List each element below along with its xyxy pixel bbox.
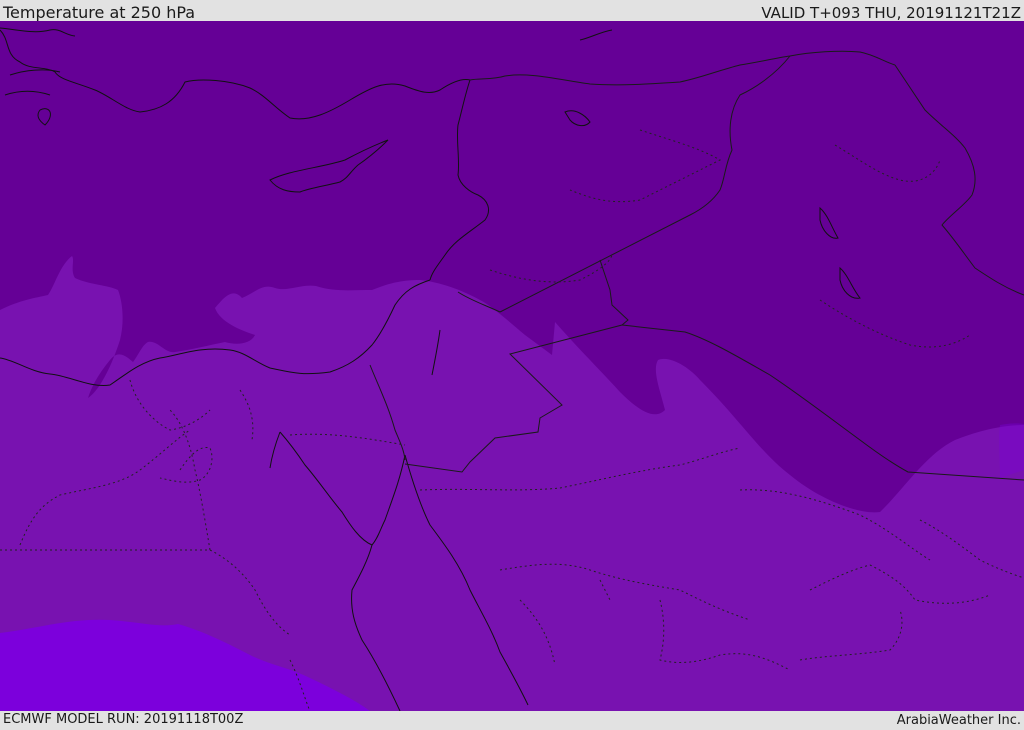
map-footer: ECMWF MODEL RUN: 20191118T00Z ArabiaWeat… — [0, 711, 1024, 729]
map-title: Temperature at 250 hPa — [3, 3, 196, 22]
temperature-map[interactable] — [0, 21, 1024, 711]
model-run-label: ECMWF MODEL RUN: 20191118T00Z — [3, 712, 244, 727]
valid-time: VALID T+093 THU, 20191121T21Z — [761, 4, 1021, 22]
credit-label: ArabiaWeather Inc. — [896, 713, 1021, 728]
map-header: Temperature at 250 hPa VALID T+093 THU, … — [0, 0, 1024, 22]
